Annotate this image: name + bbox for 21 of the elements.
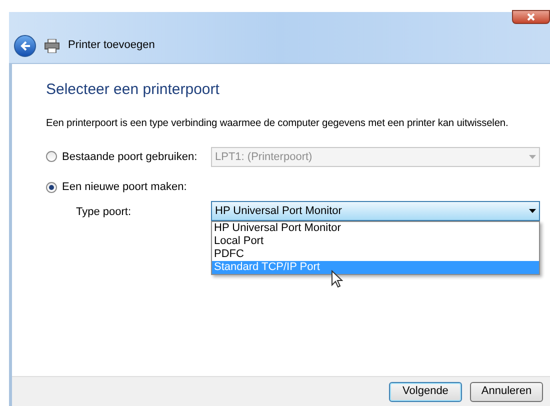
radio-button[interactable]: [46, 182, 57, 193]
dialog-button[interactable]: Volgende: [389, 382, 462, 402]
dropdown-item[interactable]: HP Universal Port Monitor: [212, 222, 539, 236]
field-label: Type poort:: [75, 205, 132, 220]
back-arrow-icon: [19, 40, 31, 52]
close-button[interactable]: [512, 10, 550, 24]
caret-icon: [529, 209, 536, 214]
window-title: Printer toevoegen: [68, 38, 155, 54]
dialog-button[interactable]: Annuleren: [470, 382, 543, 402]
description-text: Een printerpoort is een type verbinding waarmee de computer gegevens met een printer kan uitwisselen.: [46, 116, 510, 130]
radio-label: Bestaande poort gebruiken:: [62, 150, 198, 165]
page-heading: Selecteer een printerpoort: [46, 80, 220, 100]
back-button[interactable]: [14, 34, 36, 56]
dropdown-item[interactable]: PDFC: [212, 248, 539, 262]
dropdown-item[interactable]: Local Port: [212, 235, 539, 248]
radio-label: Een nieuwe poort maken:: [62, 180, 187, 195]
printer-icon: [44, 38, 60, 52]
close-icon: [527, 13, 535, 21]
radio-button[interactable]: [46, 151, 57, 162]
caret-icon: [529, 154, 536, 159]
port-type-dropdown[interactable]: HP Universal Port Monitor: [211, 201, 540, 222]
